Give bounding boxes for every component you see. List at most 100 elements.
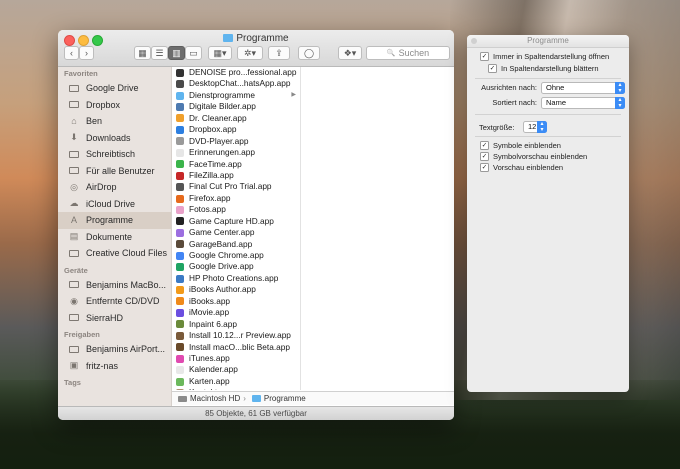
divider xyxy=(475,136,621,137)
checkbox-checked[interactable]: ✓ xyxy=(488,64,497,73)
app-item[interactable]: FileZilla.app xyxy=(172,170,300,181)
app-label: Karten.app xyxy=(189,375,230,386)
app-icon xyxy=(176,343,184,352)
sidebar-item-label: Programme xyxy=(86,215,134,226)
arrange-popup[interactable]: Ohne ▴ ▾ xyxy=(541,82,625,94)
app-item[interactable]: GarageBand.app xyxy=(172,239,300,250)
app-label: Dienstprogramme xyxy=(189,89,255,100)
app-item[interactable]: Firefox.app xyxy=(172,193,300,204)
app-item[interactable]: iBooks.app xyxy=(172,296,300,307)
panel-title: Programme xyxy=(467,35,629,48)
app-label: GarageBand.app xyxy=(189,238,253,249)
app-label: Game Center.app xyxy=(189,227,255,238)
app-item[interactable]: Kalender.app xyxy=(172,364,300,375)
app-label: Fotos.app xyxy=(189,204,226,215)
app-label: Game Capture HD.app xyxy=(189,215,274,226)
app-item[interactable]: Final Cut Pro Trial.app xyxy=(172,181,300,192)
back-icon: ‹ xyxy=(70,48,73,58)
app-label: Final Cut Pro Trial.app xyxy=(189,181,272,192)
list-view-button[interactable]: ☰ xyxy=(151,46,168,60)
show-icons-option[interactable]: ✓ Symbole einblenden xyxy=(480,141,561,150)
show-preview-option[interactable]: ✓ Vorschau einblenden xyxy=(480,163,563,172)
app-item[interactable]: DENOISE pro...fessional.app xyxy=(172,67,300,78)
app-icon xyxy=(176,297,184,306)
app-item[interactable]: Digitale Bilder.app xyxy=(172,101,300,112)
app-label: Install 10.12...r Preview.app xyxy=(189,330,291,341)
checkbox-checked[interactable]: ✓ xyxy=(480,152,489,161)
app-item[interactable]: Dr. Cleaner.app xyxy=(172,113,300,124)
sidebar-item-icloud-drive[interactable]: ☁ iCloud Drive xyxy=(58,196,171,213)
sidebar-item-f-r-alle-benutzer[interactable]: Für alle Benutzer xyxy=(58,163,171,180)
checkbox-checked[interactable]: ✓ xyxy=(480,141,489,150)
app-item[interactable]: iBooks Author.app xyxy=(172,284,300,295)
textsize-popup[interactable]: 12 ▴ ▾ xyxy=(523,121,547,133)
dropbox-icon: ❖▾ xyxy=(343,47,357,58)
path-item-folder[interactable]: Programme xyxy=(264,394,306,403)
folder-item[interactable]: Dienstprogramme ▶ xyxy=(172,90,300,101)
app-item[interactable]: Dropbox.app xyxy=(172,124,300,135)
forward-button[interactable]: › xyxy=(79,46,94,60)
sidebar-item-downloads[interactable]: ⬇ Downloads xyxy=(58,130,171,147)
checkbox-checked[interactable]: ✓ xyxy=(480,163,489,172)
share-button[interactable]: ⇪ xyxy=(268,46,290,60)
app-item[interactable]: Google Chrome.app xyxy=(172,250,300,261)
grid-icon: ▦ xyxy=(138,47,147,58)
app-item[interactable]: Fotos.app xyxy=(172,204,300,215)
coverflow-view-button[interactable]: ▭ xyxy=(185,46,202,60)
sidebar-item-google-drive[interactable]: Google Drive xyxy=(58,80,171,97)
app-item[interactable]: DVD-Player.app xyxy=(172,136,300,147)
sidebar-item-ben[interactable]: ⌂ Ben xyxy=(58,113,171,130)
sidebar-item-creative-cloud-files[interactable]: Creative Cloud Files xyxy=(58,245,171,262)
sidebar-item-benjamins-macbo[interactable]: Benjamins MacBo... xyxy=(58,277,171,294)
sort-popup[interactable]: Name ▴ ▾ xyxy=(541,97,625,109)
folder-icon xyxy=(68,248,80,259)
app-label: iBooks.app xyxy=(189,295,231,306)
icon-view-button[interactable]: ▦ xyxy=(134,46,151,60)
app-item[interactable]: Kontakte.app xyxy=(172,387,300,390)
sidebar-item-schreibtisch[interactable]: Schreibtisch xyxy=(58,146,171,163)
arrange-button[interactable]: ▦▾ xyxy=(208,46,232,60)
app-item[interactable]: Google Drive.app xyxy=(172,261,300,272)
browse-columns-option[interactable]: ✓ In Spaltendarstellung blättern xyxy=(488,64,599,73)
sidebar-item-airdrop[interactable]: ◎ AirDrop xyxy=(58,179,171,196)
folder-icon xyxy=(68,149,80,160)
sidebar-item-entfernte-cd-dvd[interactable]: ◉ Entfernte CD/DVD xyxy=(58,293,171,310)
sidebar-item-label: Benjamins MacBo... xyxy=(86,279,167,290)
arrange-value: Ohne xyxy=(546,83,565,92)
sidebar-item-dropbox[interactable]: Dropbox xyxy=(58,97,171,114)
app-item[interactable]: HP Photo Creations.app xyxy=(172,273,300,284)
app-icon xyxy=(176,125,184,134)
always-columns-option[interactable]: ✓ Immer in Spaltendarstellung öffnen xyxy=(480,52,609,61)
back-button[interactable]: ‹ xyxy=(64,46,79,60)
sort-label: Sortiert nach: xyxy=(492,98,537,107)
tags-button[interactable]: ◯ xyxy=(298,46,320,60)
app-item[interactable]: Game Center.app xyxy=(172,227,300,238)
dropbox-button[interactable]: ❖▾ xyxy=(338,46,362,60)
sidebar-item-sierrahd[interactable]: SierraHD xyxy=(58,310,171,327)
show-icon-preview-option[interactable]: ✓ Symbolvorschau einblenden xyxy=(480,152,587,161)
app-item[interactable]: Install macO...blic Beta.app xyxy=(172,342,300,353)
close-panel-button[interactable] xyxy=(471,38,477,44)
app-item[interactable]: Inpaint 6.app xyxy=(172,319,300,330)
sidebar-item-dokumente[interactable]: ▤ Dokumente xyxy=(58,229,171,246)
app-item[interactable]: FaceTime.app xyxy=(172,159,300,170)
app-label: FaceTime.app xyxy=(189,158,242,169)
app-item[interactable]: Install 10.12...r Preview.app xyxy=(172,330,300,341)
app-label: DVD-Player.app xyxy=(189,135,249,146)
column-view-button[interactable]: ▥ xyxy=(168,46,185,60)
action-button[interactable]: ✲▾ xyxy=(237,46,263,60)
app-item[interactable]: Karten.app xyxy=(172,376,300,387)
sidebar-item-benjamins-airport[interactable]: Benjamins AirPort... xyxy=(58,341,171,358)
divider xyxy=(475,114,621,115)
tag-icon: ◯ xyxy=(303,47,315,58)
app-item[interactable]: Erinnerungen.app xyxy=(172,147,300,158)
app-item[interactable]: iMovie.app xyxy=(172,307,300,318)
app-item[interactable]: iTunes.app xyxy=(172,353,300,364)
path-item-disk[interactable]: Macintosh HD xyxy=(190,394,240,403)
app-item[interactable]: Game Capture HD.app xyxy=(172,216,300,227)
sidebar-item-fritz-nas[interactable]: ▣ fritz-nas xyxy=(58,358,171,375)
search-input[interactable]: 🔍 Suchen xyxy=(366,46,450,60)
sidebar-item-programme[interactable]: A Programme xyxy=(58,212,171,229)
checkbox-checked[interactable]: ✓ xyxy=(480,52,489,61)
app-item[interactable]: DesktopChat...hatsApp.app xyxy=(172,78,300,89)
